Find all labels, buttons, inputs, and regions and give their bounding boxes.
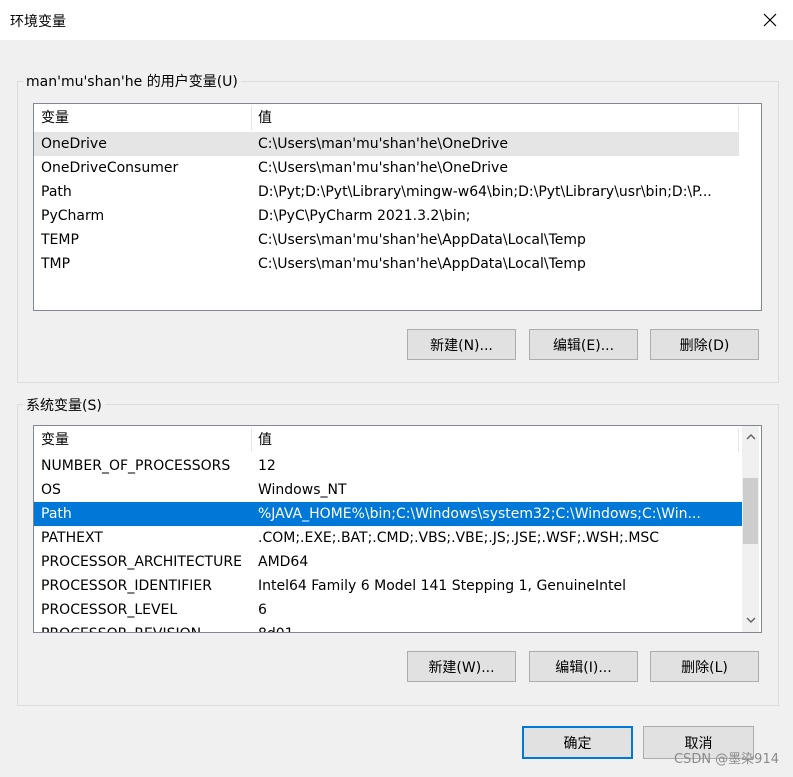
variable-name: PATHEXT bbox=[41, 530, 103, 546]
table-row[interactable]: PyCharm D:\PyC\PyCharm 2021.3.2\bin; bbox=[34, 204, 739, 228]
variable-value: C:\Users\man'mu'shan'he\OneDrive bbox=[258, 160, 508, 176]
variable-value: .COM;.EXE;.BAT;.CMD;.VBS;.VBE;.JS;.JSE;.… bbox=[258, 530, 660, 546]
user-new-button[interactable]: 新建(N)... bbox=[407, 329, 516, 360]
scroll-down-button[interactable] bbox=[742, 612, 759, 629]
table-row[interactable]: OneDriveConsumer C:\Users\man'mu'shan'he… bbox=[34, 156, 739, 180]
system-list-scrollbar[interactable] bbox=[742, 426, 759, 632]
system-edit-button[interactable]: 编辑(I)... bbox=[529, 651, 638, 682]
variable-name: PROCESSOR_IDENTIFIER bbox=[41, 578, 212, 594]
variable-name: Path bbox=[41, 506, 72, 522]
variable-value: 6 bbox=[258, 602, 267, 618]
table-row-selected[interactable]: Path %JAVA_HOME%\bin;C:\Windows\system32… bbox=[34, 502, 742, 526]
variable-value: AMD64 bbox=[258, 554, 309, 570]
variable-name: Path bbox=[41, 184, 72, 200]
table-row[interactable]: OneDrive C:\Users\man'mu'shan'he\OneDriv… bbox=[34, 132, 739, 156]
variable-value: D:\PyC\PyCharm 2021.3.2\bin; bbox=[258, 208, 471, 224]
variable-value: C:\Users\man'mu'shan'he\AppData\Local\Te… bbox=[258, 232, 586, 248]
variable-name: PROCESSOR_REVISION bbox=[41, 622, 253, 632]
variable-value: C:\Users\man'mu'shan'he\OneDrive bbox=[258, 136, 508, 152]
variable-value: 12 bbox=[258, 458, 276, 474]
table-row[interactable]: NUMBER_OF_PROCESSORS 12 bbox=[34, 454, 742, 478]
table-row[interactable]: PROCESSOR_LEVEL 6 bbox=[34, 598, 742, 622]
user-variables-label: man'mu'shan'he 的用户变量(U) bbox=[23, 71, 241, 91]
system-variables-label: 系统变量(S) bbox=[23, 395, 105, 415]
column-header-name[interactable]: 变量 bbox=[41, 426, 69, 454]
column-header-value[interactable]: 值 bbox=[258, 426, 272, 454]
table-row[interactable]: PROCESSOR_ARCHITECTURE AMD64 bbox=[34, 550, 742, 574]
variable-name: PyCharm bbox=[41, 208, 105, 224]
variable-name: PROCESSOR_ARCHITECTURE bbox=[41, 554, 242, 570]
variable-value: Intel64 Family 6 Model 141 Stepping 1, G… bbox=[258, 578, 627, 594]
watermark: CSDN @墨染914 bbox=[673, 752, 779, 767]
chevron-down-icon bbox=[746, 617, 755, 623]
column-header-name[interactable]: 变量 bbox=[41, 104, 69, 132]
variable-value: Windows_NT bbox=[258, 482, 347, 498]
variable-value: 8d01 bbox=[258, 622, 740, 632]
list-header: 变量 值 bbox=[34, 104, 739, 132]
variable-value: D:\Pyt;D:\Pyt\Library\mingw-w64\bin;D:\P… bbox=[258, 184, 712, 200]
user-delete-button[interactable]: 删除(D) bbox=[650, 329, 759, 360]
scroll-thumb[interactable] bbox=[743, 478, 758, 544]
window-title: 环境变量 bbox=[10, 14, 66, 30]
variable-name: TEMP bbox=[41, 232, 79, 248]
ok-button[interactable]: 确定 bbox=[522, 726, 633, 759]
list-header: 变量 值 bbox=[34, 426, 739, 454]
table-row[interactable]: OS Windows_NT bbox=[34, 478, 742, 502]
table-row[interactable]: PATHEXT .COM;.EXE;.BAT;.CMD;.VBS;.VBE;.J… bbox=[34, 526, 742, 550]
user-variables-list[interactable]: 变量 值 OneDrive C:\Users\man'mu'shan'he\On… bbox=[33, 103, 762, 311]
scroll-up-button[interactable] bbox=[742, 428, 759, 445]
variable-name: OneDriveConsumer bbox=[41, 160, 179, 176]
title-bar: 环境变量 bbox=[0, 0, 793, 40]
table-row[interactable]: TMP C:\Users\man'mu'shan'he\AppData\Loca… bbox=[34, 252, 739, 276]
chevron-up-icon bbox=[746, 434, 755, 440]
variable-name: PROCESSOR_LEVEL bbox=[41, 602, 178, 618]
table-row[interactable]: TEMP C:\Users\man'mu'shan'he\AppData\Loc… bbox=[34, 228, 739, 252]
variable-name: NUMBER_OF_PROCESSORS bbox=[41, 458, 231, 474]
system-new-button[interactable]: 新建(W)... bbox=[407, 651, 516, 682]
variable-value: %JAVA_HOME%\bin;C:\Windows\system32;C:\W… bbox=[258, 506, 701, 522]
close-button[interactable] bbox=[747, 0, 793, 40]
variable-name: TMP bbox=[41, 256, 71, 272]
close-icon bbox=[763, 13, 777, 27]
variable-value: C:\Users\man'mu'shan'he\AppData\Local\Te… bbox=[258, 256, 586, 272]
table-row[interactable]: PROCESSOR_REVISION 8d01 bbox=[34, 622, 742, 632]
table-row[interactable]: PROCESSOR_IDENTIFIER Intel64 Family 6 Mo… bbox=[34, 574, 742, 598]
variable-name: OS bbox=[41, 482, 61, 498]
column-header-value[interactable]: 值 bbox=[258, 104, 272, 132]
user-edit-button[interactable]: 编辑(E)... bbox=[529, 329, 638, 360]
system-delete-button[interactable]: 删除(L) bbox=[650, 651, 759, 682]
variable-name: OneDrive bbox=[41, 136, 107, 152]
system-variables-list[interactable]: 变量 值 NUMBER_OF_PROCESSORS 12 OS Windows_… bbox=[33, 425, 762, 633]
table-row[interactable]: Path D:\Pyt;D:\Pyt\Library\mingw-w64\bin… bbox=[34, 180, 739, 204]
